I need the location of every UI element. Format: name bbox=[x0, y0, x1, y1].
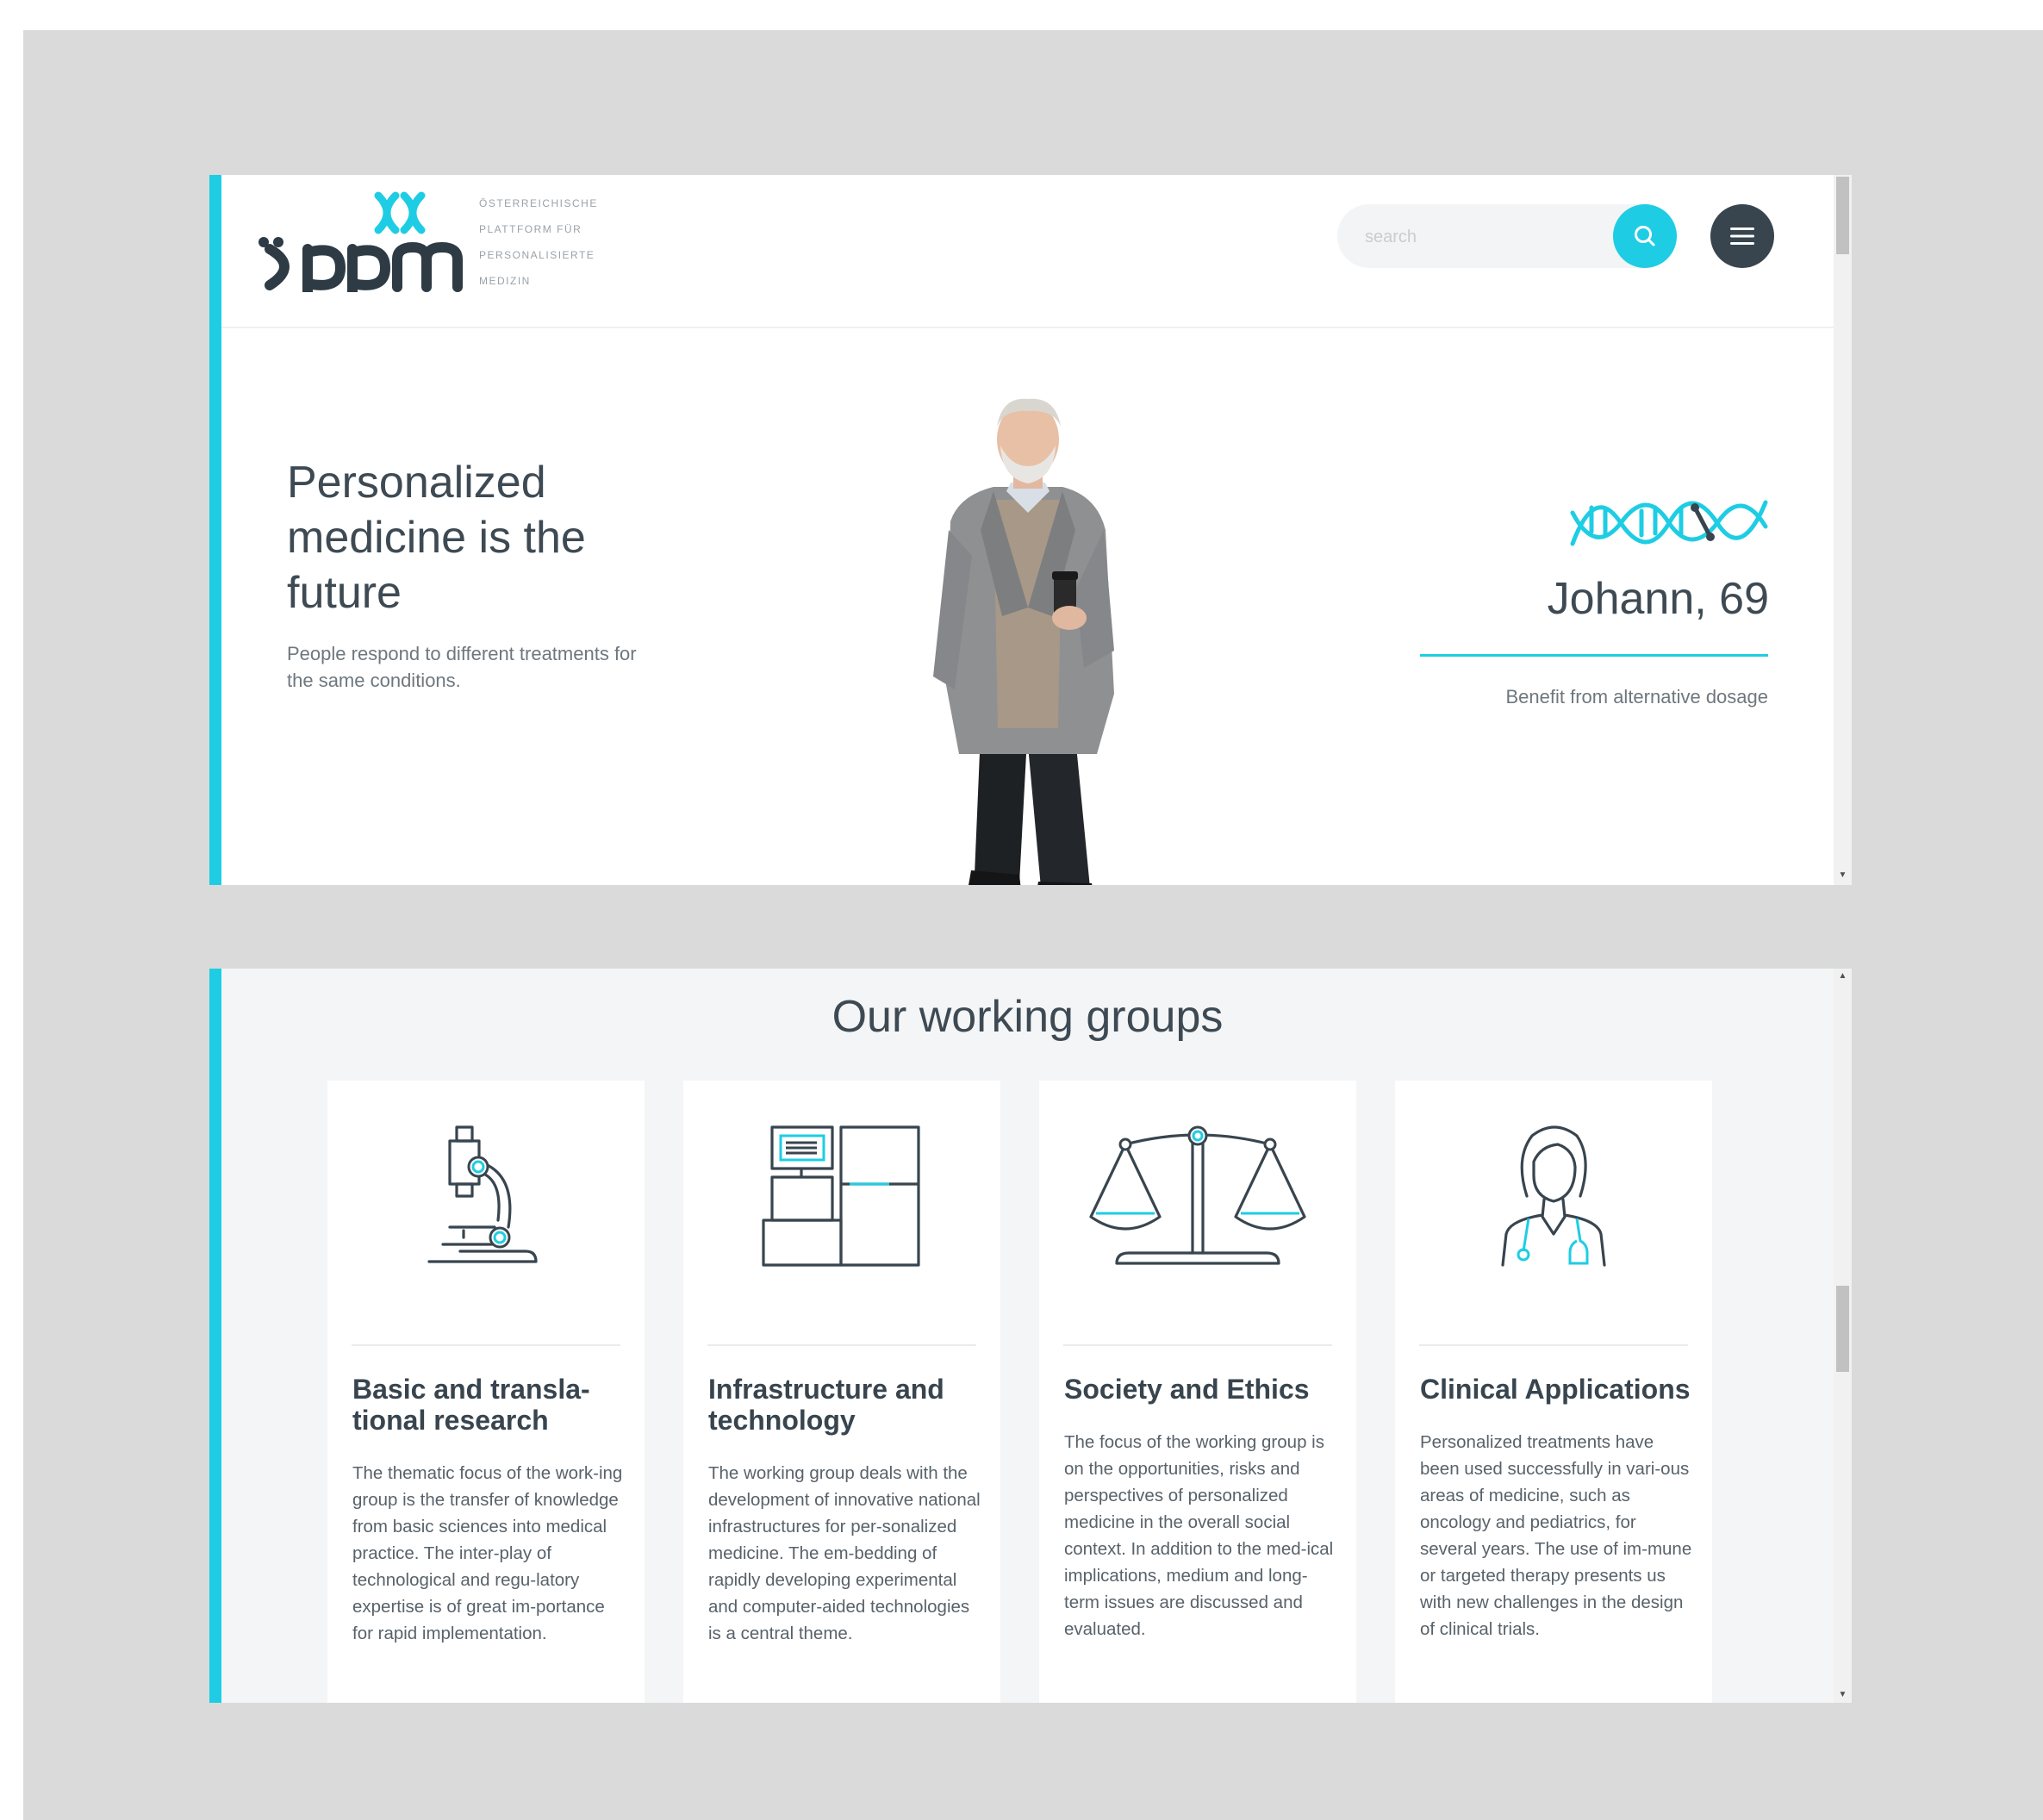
hamburger-menu-icon bbox=[1730, 228, 1754, 245]
search-button[interactable] bbox=[1613, 204, 1677, 268]
card-text: Personalized treatments have been used s… bbox=[1420, 1432, 1692, 1639]
card-text: The thematic focus of the work-ing group… bbox=[352, 1463, 623, 1643]
microscope-icon bbox=[427, 1125, 538, 1263]
logo-tagline: ÖSTERREICHISCHE PLATTFORM FÜR PERSONALIS… bbox=[479, 190, 617, 294]
tagline-line: PLATTFORM FÜR bbox=[479, 223, 582, 235]
card-title: Society and Ethics bbox=[1064, 1374, 1310, 1405]
menu-button[interactable] bbox=[1710, 204, 1774, 268]
hero-subtitle: People respond to different treatments f… bbox=[287, 643, 637, 691]
card-divider bbox=[1419, 1344, 1688, 1346]
scrollbar[interactable]: ▼ bbox=[1834, 175, 1852, 885]
hero-title: Personalized medicine is the future bbox=[287, 458, 586, 618]
hero-window: ÖSTERREICHISCHE PLATTFORM FÜR PERSONALIS… bbox=[209, 175, 1852, 885]
tagline-line: MEDIZIN bbox=[479, 275, 531, 287]
accent-bar bbox=[209, 969, 221, 1703]
site-logo[interactable] bbox=[258, 190, 469, 297]
tagline-line: ÖSTERREICHISCHE bbox=[479, 197, 598, 209]
card-text: The working group deals with the develop… bbox=[708, 1463, 981, 1643]
card-title: Infrastructure and technology bbox=[708, 1374, 944, 1436]
person-photo bbox=[933, 398, 1114, 885]
scroll-down-arrow[interactable]: ▼ bbox=[1834, 1689, 1852, 1701]
section-title: Our working groups bbox=[832, 992, 1224, 1042]
scrollbar-thumb[interactable] bbox=[1836, 177, 1849, 254]
working-group-card[interactable]: Infrastructure and technology The workin… bbox=[683, 1081, 1000, 1703]
card-title: Clinical Applications bbox=[1420, 1374, 1691, 1405]
scrollbar-thumb[interactable] bbox=[1836, 1286, 1849, 1372]
search-icon bbox=[1635, 226, 1655, 246]
dna-icon bbox=[1570, 500, 1768, 546]
tagline-line: PERSONALISIERTE bbox=[479, 249, 595, 261]
card-divider bbox=[1063, 1344, 1332, 1346]
scales-icon bbox=[1089, 1125, 1306, 1265]
card-text: The focus of the working group is on the… bbox=[1064, 1432, 1334, 1639]
working-group-card[interactable]: Society and Ethics The focus of the work… bbox=[1039, 1081, 1356, 1703]
doctor-icon bbox=[1501, 1125, 1606, 1267]
card-divider bbox=[707, 1344, 976, 1346]
working-groups-window: Our working groups Basic and transla-tio… bbox=[209, 969, 1852, 1703]
search-input[interactable] bbox=[1363, 221, 1608, 253]
scroll-up-arrow[interactable]: ▲ bbox=[1834, 970, 1852, 982]
lab-equipment-icon bbox=[762, 1125, 920, 1267]
scrollbar[interactable]: ▲ ▼ bbox=[1834, 969, 1852, 1703]
person-name: Johann, 69 bbox=[1547, 574, 1769, 624]
accent-bar bbox=[209, 175, 221, 885]
working-group-card[interactable]: Clinical Applications Personalized treat… bbox=[1395, 1081, 1712, 1703]
scroll-down-arrow[interactable]: ▼ bbox=[1834, 869, 1852, 882]
working-group-card[interactable]: Basic and transla-tional research The th… bbox=[327, 1081, 645, 1703]
benefit-text: Benefit from alternative dosage bbox=[1505, 686, 1768, 707]
name-underline bbox=[1420, 654, 1768, 657]
card-title: Basic and transla-tional research bbox=[352, 1374, 590, 1436]
card-divider bbox=[352, 1344, 620, 1346]
site-header: ÖSTERREICHISCHE PLATTFORM FÜR PERSONALIS… bbox=[221, 175, 1834, 328]
